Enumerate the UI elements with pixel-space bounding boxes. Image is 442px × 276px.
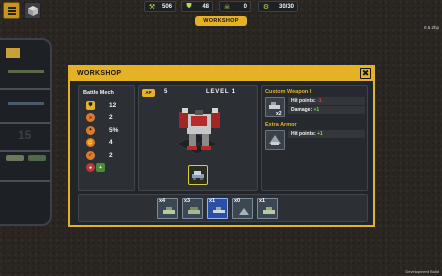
unit-name: Battle Mech [83, 90, 114, 96]
stat-row: ● + [79, 162, 134, 175]
range-stat-icon: ➶ [86, 150, 95, 160]
inventory-item[interactable]: x3 [182, 198, 203, 219]
stat-row: ⛊ 12 [79, 99, 134, 112]
upgrade-line-hp: Hit points: +1 [288, 130, 365, 138]
stat-row: ✦ 5% [79, 124, 134, 137]
shield-stat-icon: ⛊ [86, 100, 95, 110]
cube-button[interactable] [24, 2, 41, 19]
level-label: LEVEL 1 [206, 89, 236, 95]
hangar-number: 15 [18, 128, 32, 142]
parked-vehicle [28, 155, 46, 161]
upgrade-line-damage: Damage: +1 [288, 106, 365, 114]
weapon-part-icon [213, 207, 225, 213]
base-building: 15 [0, 38, 52, 226]
shield-icon: ⛊ [186, 2, 192, 10]
mech-preview-panel: AP 5 LEVEL 1 [138, 85, 258, 191]
resource-scrap: ⚒ 506 [144, 1, 176, 12]
inventory-item-selected[interactable]: x1 [207, 198, 228, 219]
unit-stats-panel: Battle Mech ⛊ 12 » 2 ✦ 5% ✊ 4 ➶ 2 ● + [78, 85, 135, 191]
close-button[interactable]: ✖ [360, 68, 371, 79]
inventory-item[interactable]: x4 [157, 198, 178, 219]
stat-row: » 2 [79, 112, 134, 125]
tank-part-icon [188, 207, 200, 214]
tank-part-icon [163, 207, 175, 214]
parked-vehicle [6, 155, 24, 161]
stat-row: ✊ 4 [86, 138, 113, 148]
version-label: 0.6.2hp [423, 25, 439, 30]
weapon-icon: x2 [269, 102, 282, 117]
upgrade-line-hp: Hit points: -1 [288, 97, 365, 105]
build-label: Development Build [405, 269, 439, 274]
menu-button[interactable] [3, 2, 20, 19]
armor-part-icon [239, 208, 249, 215]
svg-text:x2: x2 [276, 111, 282, 116]
robot-icon: ⚙ [262, 3, 270, 11]
skull-icon: ☠ [223, 3, 231, 11]
tank-part-icon [263, 207, 275, 214]
armor-icon [269, 135, 281, 145]
upgrade-extra-armor[interactable]: Extra Armor Hit points: +1 [265, 122, 365, 150]
cube-icon [28, 6, 38, 16]
tab-workshop[interactable]: WORKSHOP [195, 16, 247, 26]
upgrade-title: Custom Weapon I [265, 89, 312, 95]
battle-mech-model [176, 108, 220, 155]
warning-sign [6, 48, 20, 58]
resource-shield: ⛊ 48 [181, 1, 213, 12]
inventory-item[interactable]: x1 [257, 198, 278, 219]
upgrade-title: Extra Armor [265, 122, 297, 128]
plus-icon: + [96, 163, 105, 173]
wrench-icon: ⚒ [148, 3, 156, 11]
stat-row: ➶ 2 [79, 149, 134, 162]
resource-units: ⚙ 30/30 [258, 1, 298, 12]
crit-stat-icon: ✦ [86, 125, 95, 135]
upgrades-panel: Custom Weapon I x2 Hit points: -1 Damage… [261, 85, 368, 191]
ap-badge: AP [142, 89, 155, 97]
modal-title: WORKSHOP [70, 67, 373, 81]
resource-kills: ☠ 0 [219, 1, 251, 12]
workshop-modal: WORKSHOP ✖ Battle Mech ⛊ 12 » 2 ✦ 5% ✊ 4… [68, 65, 375, 227]
armor-upgrade-icon [265, 130, 285, 150]
equipped-upgrade-slot[interactable] [188, 165, 208, 185]
attack-stat-icon: ✊ [86, 138, 95, 148]
upgrade-custom-weapon[interactable]: Custom Weapon I x2 Hit points: -1 Damage… [265, 89, 365, 117]
ability-stat-icon: ● [86, 163, 95, 173]
upgrade-inventory: x4 x3 x1 x0 x1 [78, 194, 368, 222]
ap-value: 5 [164, 89, 168, 95]
speed-stat-icon: » [86, 113, 95, 123]
weapon-upgrade-icon: x2 [265, 97, 285, 117]
inventory-item[interactable]: x0 [232, 198, 253, 219]
mech-part-icon [192, 171, 204, 180]
